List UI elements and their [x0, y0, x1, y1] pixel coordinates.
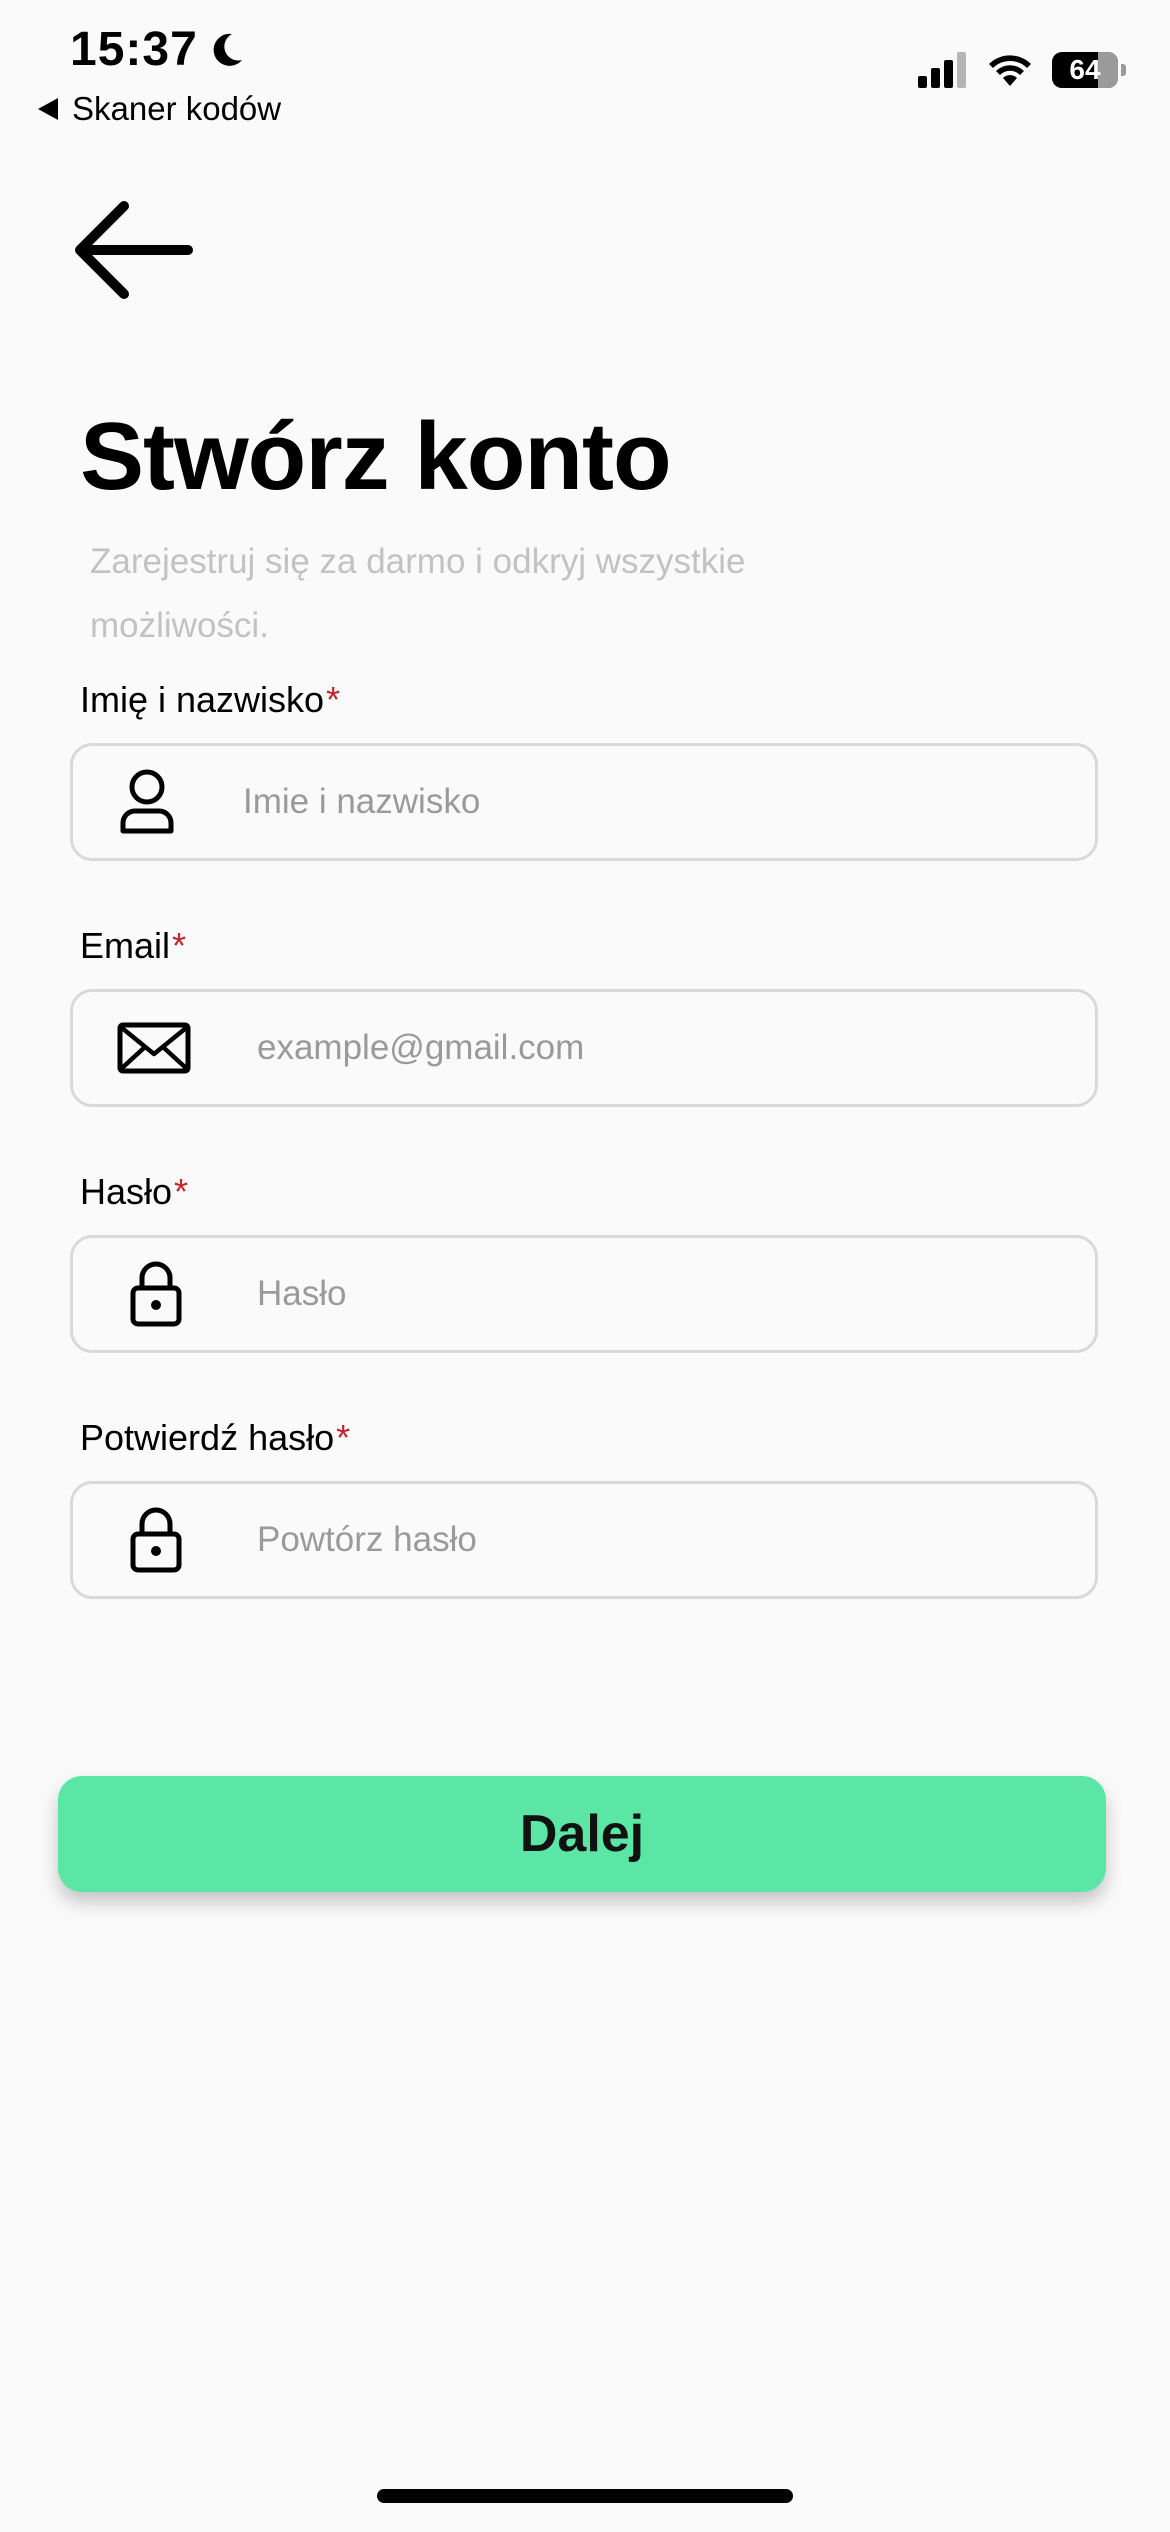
status-time: 15:37: [70, 22, 246, 77]
envelope-icon: [117, 1021, 191, 1075]
email-field[interactable]: [70, 989, 1098, 1107]
email-label: Email*: [80, 925, 187, 966]
email-input[interactable]: [257, 992, 1037, 1104]
confirm-password-field[interactable]: [70, 1481, 1098, 1599]
page-title: Stwórz konto: [80, 403, 672, 510]
fullname-input[interactable]: [243, 746, 1023, 858]
home-indicator[interactable]: [377, 2489, 793, 2503]
battery-icon: 64: [1052, 52, 1126, 88]
moon-icon: [213, 33, 242, 66]
confirm-password-label: Potwierdź hasło*: [80, 1417, 351, 1458]
wifi-icon: [989, 55, 1031, 86]
page-subtitle: Zarejestruj się za darmo i odkryj wszyst…: [90, 542, 746, 645]
battery-level: 64: [1069, 54, 1101, 85]
cellular-signal-icon: [918, 52, 966, 88]
fullname-label: Imię i nazwisko*: [80, 679, 341, 720]
password-label: Hasło*: [80, 1171, 189, 1212]
required-asterisk: *: [172, 925, 187, 966]
lock-icon: [129, 1506, 183, 1574]
person-icon: [117, 767, 177, 837]
back-arrow-icon[interactable]: [72, 198, 194, 302]
password-input[interactable]: [257, 1238, 1037, 1350]
required-asterisk: *: [336, 1417, 351, 1458]
password-field[interactable]: [70, 1235, 1098, 1353]
next-button[interactable]: Dalej: [58, 1776, 1106, 1892]
status-indicators: 64: [918, 52, 1126, 88]
confirm-password-input[interactable]: [257, 1484, 1037, 1596]
clock-text: 15:37: [70, 23, 198, 76]
required-asterisk: *: [174, 1171, 189, 1212]
back-triangle-icon: [38, 98, 58, 120]
lock-icon: [129, 1260, 183, 1328]
back-to-app-link[interactable]: Skaner kodów: [38, 90, 281, 128]
required-asterisk: *: [326, 679, 341, 720]
fullname-field[interactable]: [70, 743, 1098, 861]
back-app-label: Skaner kodów: [72, 90, 282, 127]
